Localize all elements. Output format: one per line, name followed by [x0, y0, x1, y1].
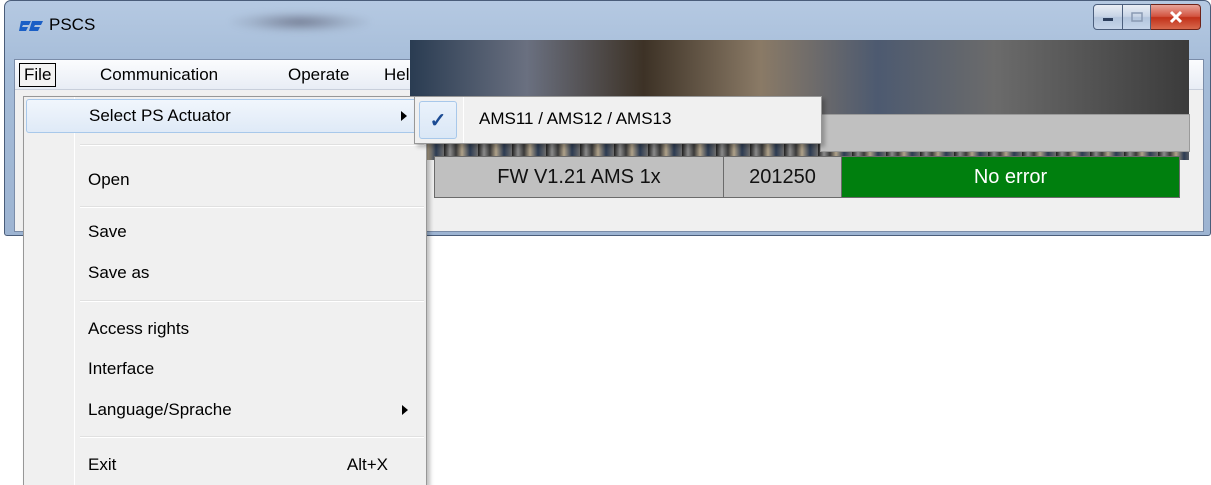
menu-item-open[interactable]: Open	[26, 163, 424, 197]
menu-item-label: Select PS Actuator	[89, 106, 231, 125]
menu-separator	[80, 436, 424, 438]
app-logo-icon	[19, 21, 43, 31]
window-title: PSCS	[49, 15, 96, 34]
menu-item-save[interactable]: Save	[26, 215, 424, 249]
menu-item-interface[interactable]: Interface	[26, 352, 424, 386]
menu-communication[interactable]: Communication	[95, 63, 223, 87]
menu-item-language[interactable]: Language/Sprache	[26, 393, 424, 427]
select-ps-actuator-submenu: ✓ AMS11 / AMS12 / AMS13	[414, 96, 822, 144]
minimize-icon	[1103, 18, 1113, 21]
menu-item-label: Exit	[88, 455, 117, 474]
window-controls	[1093, 4, 1201, 30]
menu-operate[interactable]: Operate	[283, 63, 354, 87]
menu-item-label: Interface	[88, 359, 155, 378]
menu-separator	[80, 144, 424, 146]
menu-item-label: Access rights	[88, 319, 190, 338]
submenu-gutter	[463, 97, 464, 143]
menu-item-save-as[interactable]: Save as	[26, 256, 424, 290]
menu-item-label: Save as	[88, 263, 150, 282]
menu-separator	[80, 300, 424, 302]
menu-file[interactable]: File	[19, 63, 57, 87]
menu-separator	[80, 206, 424, 208]
submenu-item-ams11-ams12-ams13[interactable]: AMS11 / AMS12 / AMS13	[479, 109, 671, 129]
menu-item-shortcut: Alt+X	[346, 455, 388, 474]
error-status: No error	[842, 156, 1180, 198]
menu-item-label: Open	[88, 170, 130, 189]
menu-item-label: Language/Sprache	[88, 400, 232, 419]
submenu-arrow-icon	[401, 111, 407, 121]
menu-item-label: Save	[88, 222, 127, 241]
submenu-arrow-icon	[402, 405, 408, 415]
status-header-bar	[820, 114, 1190, 152]
firmware-version: FW V1.21 AMS 1x	[434, 156, 724, 198]
serial-number: 201250	[724, 156, 842, 198]
status-row: FW V1.21 AMS 1x 201250 No error	[434, 156, 1180, 198]
menu-item-select-ps-actuator[interactable]: Select PS Actuator	[26, 99, 424, 133]
menu-item-access-rights[interactable]: Access rights	[26, 312, 424, 346]
file-menu-dropdown: Select PS Actuator Open Save Save as Acc…	[23, 96, 427, 485]
menu-item-exit[interactable]: Exit Alt+X	[26, 448, 424, 482]
blurred-title-text	[230, 11, 370, 33]
close-button[interactable]	[1151, 4, 1201, 30]
close-icon	[1169, 10, 1182, 24]
maximize-icon	[1130, 12, 1143, 22]
maximize-button[interactable]	[1123, 4, 1151, 30]
checkmark-icon: ✓	[419, 101, 457, 139]
minimize-button[interactable]	[1093, 4, 1123, 30]
